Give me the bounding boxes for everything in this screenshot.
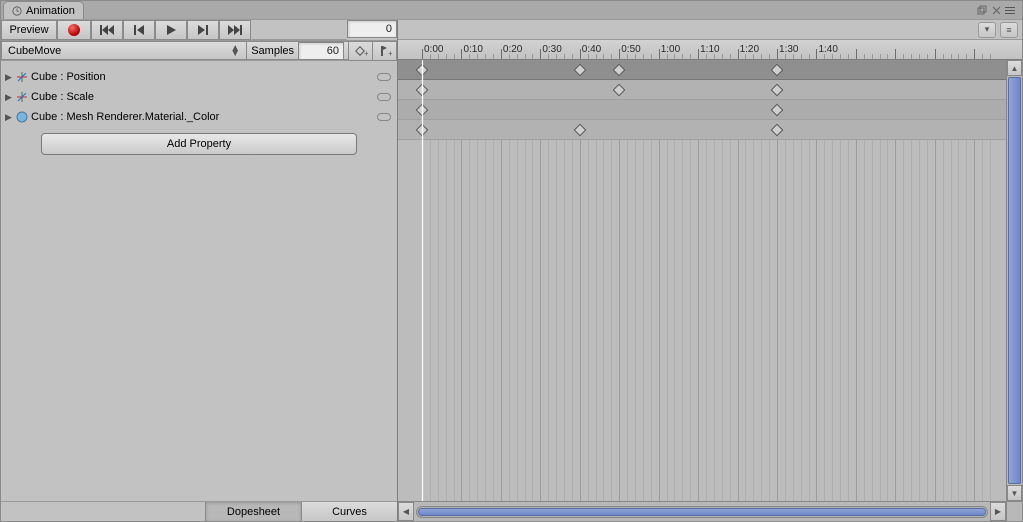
current-frame-field[interactable]: [347, 20, 397, 38]
detach-window-icon[interactable]: [976, 4, 988, 16]
animation-tab[interactable]: Animation: [3, 1, 84, 19]
timeline-options: ▾ ≡: [398, 20, 1022, 40]
record-icon: [68, 24, 80, 36]
timeline-option-a-icon[interactable]: ▾: [978, 22, 996, 38]
property-label: Cube : Scale: [31, 91, 377, 103]
expand-icon[interactable]: ▶: [5, 112, 15, 123]
property-options-icon[interactable]: [377, 113, 391, 121]
scroll-down-icon[interactable]: ▼: [1007, 485, 1022, 501]
transport-toolbar: Preview: [1, 20, 397, 41]
clip-toolbar: CubeMove ▲▼ Samples + +: [1, 41, 397, 61]
dopesheet-tab[interactable]: Dopesheet: [205, 502, 301, 521]
samples-label: Samples: [251, 45, 294, 57]
property-options-icon[interactable]: [377, 93, 391, 101]
ruler-label: 1:30: [779, 44, 798, 55]
hscroll-thumb[interactable]: [418, 508, 986, 516]
tab-title: Animation: [26, 5, 75, 17]
vertical-scrollbar[interactable]: ▲ ▼: [1006, 60, 1022, 501]
preview-button[interactable]: Preview: [1, 20, 57, 40]
ruler-label: 1:10: [700, 44, 719, 55]
property-track[interactable]: [398, 100, 1006, 120]
add-keyframe-icon: +: [354, 45, 368, 57]
scroll-left-icon[interactable]: ◀: [398, 502, 414, 521]
ruler-label: 1:40: [818, 44, 837, 55]
next-key-icon: [198, 25, 208, 35]
skip-to-start-icon: [100, 25, 114, 35]
next-key-button[interactable]: [187, 20, 219, 40]
svg-text:+: +: [388, 49, 392, 57]
summary-track[interactable]: [398, 60, 1006, 80]
property-options-icon[interactable]: [377, 73, 391, 81]
titlebar: Animation: [1, 1, 1022, 19]
property-label: Cube : Mesh Renderer.Material._Color: [31, 111, 377, 123]
horizontal-scrollbar[interactable]: ◀ ▶: [398, 502, 1006, 521]
property-label: Cube : Position: [31, 71, 377, 83]
transform-icon: [15, 70, 29, 84]
expand-icon[interactable]: ▶: [5, 92, 15, 103]
add-event-icon: +: [378, 45, 392, 57]
property-row-color[interactable]: ▶ Cube : Mesh Renderer.Material._Color: [1, 107, 397, 127]
transform-icon: [15, 90, 29, 104]
go-to-end-button[interactable]: [219, 20, 251, 40]
clip-dropdown[interactable]: CubeMove ▲▼: [1, 41, 247, 60]
timeline-option-b-icon[interactable]: ≡: [1000, 22, 1018, 38]
property-list: ▶ Cube : Position ▶ Cube : Scale: [1, 61, 397, 501]
add-property-button[interactable]: Add Property: [41, 133, 357, 155]
clock-icon: [12, 6, 22, 16]
animation-window: Animation Preview: [0, 0, 1023, 522]
ruler-label: 0:40: [582, 44, 601, 55]
ruler-label: 0:10: [463, 44, 482, 55]
property-row-position[interactable]: ▶ Cube : Position: [1, 67, 397, 87]
add-keyframe-button[interactable]: +: [349, 41, 373, 61]
property-row-scale[interactable]: ▶ Cube : Scale: [1, 87, 397, 107]
material-icon: [15, 110, 29, 124]
samples-field[interactable]: [298, 42, 344, 60]
svg-text:+: +: [364, 49, 368, 57]
record-button[interactable]: [57, 20, 91, 40]
skip-to-end-icon: [228, 25, 242, 35]
window-menu-icon[interactable]: [1004, 4, 1016, 16]
curves-tab[interactable]: Curves: [301, 502, 397, 521]
scroll-right-icon[interactable]: ▶: [990, 502, 1006, 521]
scroll-up-icon[interactable]: ▲: [1007, 60, 1022, 76]
clip-name: CubeMove: [8, 45, 61, 57]
property-track[interactable]: [398, 80, 1006, 100]
samples-group: Samples: [247, 41, 349, 60]
left-panel: Preview: [1, 20, 398, 521]
ruler-label: 0:30: [542, 44, 561, 55]
ruler-label: 0:20: [503, 44, 522, 55]
ruler-label: 0:00: [424, 44, 443, 55]
time-ruler[interactable]: 0:00 0:10 0:20 0:30 0:40 0:50 1:00 1:10 1:20 1:30…: [398, 40, 1022, 60]
window-buttons: [976, 1, 1022, 19]
ruler-label: 1:20: [740, 44, 759, 55]
add-event-button[interactable]: +: [373, 41, 397, 61]
prev-key-icon: [134, 25, 144, 35]
timeline-panel: ▾ ≡ 0:00 0:10 0:20 0:30 0:40 0:50 1:00 1:10 1:20…: [398, 20, 1022, 521]
ruler-label: 0:50: [621, 44, 640, 55]
ruler-label: 1:00: [661, 44, 680, 55]
close-window-icon[interactable]: [990, 4, 1002, 16]
dropdown-arrows-icon: ▲▼: [230, 46, 240, 56]
expand-icon[interactable]: ▶: [5, 72, 15, 83]
tracks-area[interactable]: [398, 60, 1006, 501]
play-button[interactable]: [155, 20, 187, 40]
vscroll-thumb[interactable]: [1008, 77, 1021, 484]
property-track[interactable]: [398, 120, 1006, 140]
play-icon: [167, 25, 176, 35]
prev-key-button[interactable]: [123, 20, 155, 40]
go-to-start-button[interactable]: [91, 20, 123, 40]
mode-tabs: Dopesheet Curves: [1, 501, 397, 521]
